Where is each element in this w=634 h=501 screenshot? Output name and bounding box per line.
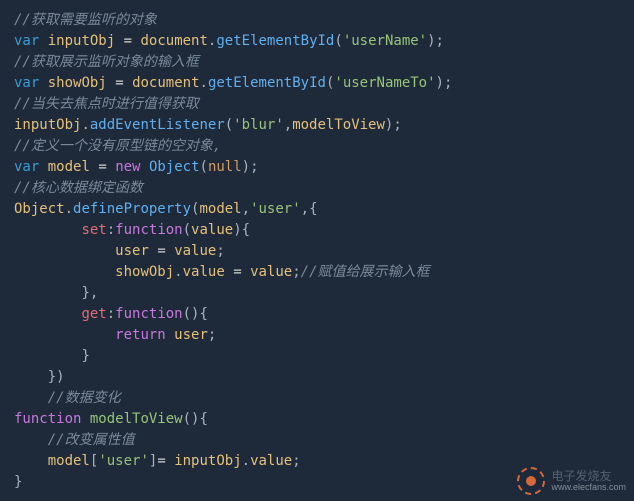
watermark-url: www.elecfans.com [551, 483, 626, 492]
code-line: //核心数据绑定函数 [14, 178, 620, 199]
logo-icon [517, 467, 545, 495]
code-line: //获取展示监听对象的输入框 [14, 52, 620, 73]
code-line: Object.defineProperty(model,'user',{ [14, 199, 620, 220]
code-line: //当失去焦点时进行值得获取 [14, 94, 620, 115]
code-line: return user; [14, 325, 620, 346]
code-line: //定义一个没有原型链的空对象, [14, 136, 620, 157]
code-line: var model = new Object(null); [14, 157, 620, 178]
watermark-text: 电子发烧友 www.elecfans.com [551, 470, 626, 492]
code-line: var inputObj = document.getElementById('… [14, 31, 620, 52]
code-line: var showObj = document.getElementById('u… [14, 73, 620, 94]
code-line: }, [14, 283, 620, 304]
code-line: get:function(){ [14, 304, 620, 325]
code-line: //数据变化 [14, 388, 620, 409]
code-line: set:function(value){ [14, 220, 620, 241]
code-line: //改变属性值 [14, 430, 620, 451]
code-line: inputObj.addEventListener('blur',modelTo… [14, 115, 620, 136]
code-line: } [14, 346, 620, 367]
code-block: //获取需要监听的对象var inputObj = document.getEl… [14, 10, 620, 493]
code-line: }) [14, 367, 620, 388]
watermark-title: 电子发烧友 [551, 470, 626, 483]
watermark: 电子发烧友 www.elecfans.com [517, 467, 626, 495]
code-line: user = value; [14, 241, 620, 262]
code-line: function modelToView(){ [14, 409, 620, 430]
code-line: showObj.value = value;//赋值给展示输入框 [14, 262, 620, 283]
code-line: //获取需要监听的对象 [14, 10, 620, 31]
